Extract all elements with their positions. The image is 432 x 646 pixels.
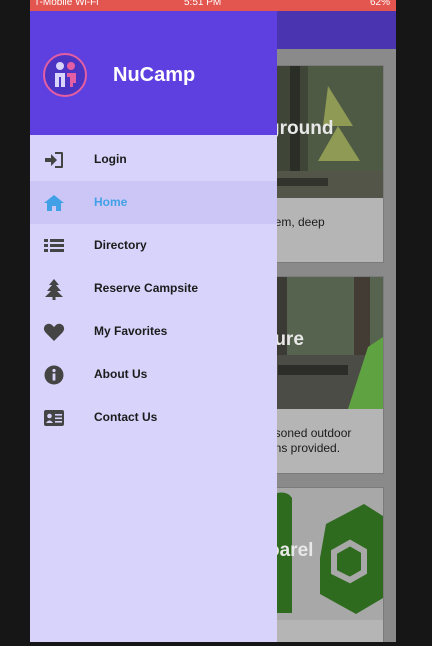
sign-in-icon — [43, 149, 65, 171]
heart-icon — [43, 321, 65, 343]
card-description-line: ons provided. — [268, 441, 341, 455]
drawer-item-label: About Us — [94, 367, 148, 381]
phone-screen: ground gem, deep ture asoned outdoor ons… — [30, 0, 396, 642]
drawer-item-reserve-campsite[interactable]: Reserve Campsite — [30, 267, 277, 310]
drawer-item-about-us[interactable]: About Us — [30, 353, 277, 396]
drawer-item-my-favorites[interactable]: My Favorites — [30, 310, 277, 353]
campsite-card[interactable]: oarel — [267, 487, 384, 642]
drawer-item-home[interactable]: Home — [30, 181, 277, 224]
card-description: gem, deep — [268, 215, 325, 229]
info-circle-icon — [43, 364, 65, 386]
carrier-label: T-Mobile Wi-Fi — [34, 0, 99, 8]
card-title: ground — [268, 118, 334, 139]
status-bar: T-Mobile Wi-Fi 5:51 PM 62% — [30, 0, 396, 11]
drawer-item-label: Directory — [94, 238, 147, 252]
campsite-card[interactable]: ture asoned outdoor ons provided. — [267, 276, 384, 474]
status-time: 5:51 PM — [184, 0, 222, 8]
list-icon — [43, 235, 65, 257]
drawer-item-directory[interactable]: Directory — [30, 224, 277, 267]
battery-level: 62% — [369, 0, 390, 8]
card-description-line: asoned outdoor — [268, 426, 352, 440]
drawer-item-label: Home — [94, 195, 128, 209]
campsite-card[interactable]: ground gem, deep — [267, 65, 384, 263]
drawer-item-label: Login — [94, 152, 127, 166]
drawer-item-label: Reserve Campsite — [94, 281, 199, 295]
address-card-icon — [43, 407, 65, 429]
nucamp-logo-icon — [43, 53, 87, 97]
tree-icon — [43, 278, 65, 300]
drawer-item-label: Contact Us — [94, 410, 158, 424]
drawer-header: NuCamp — [30, 11, 277, 135]
drawer-item-label: My Favorites — [94, 324, 168, 338]
brand-title: NuCamp — [113, 64, 196, 86]
home-icon — [43, 192, 65, 214]
card-description: asoned outdoor ons provided. — [268, 426, 383, 456]
drawer-item-contact-us[interactable]: Contact Us — [30, 396, 277, 439]
drawer-item-login[interactable]: Login — [30, 138, 277, 181]
navigation-drawer: NuCamp Login Home Directory Reserve Camp… — [30, 11, 277, 642]
